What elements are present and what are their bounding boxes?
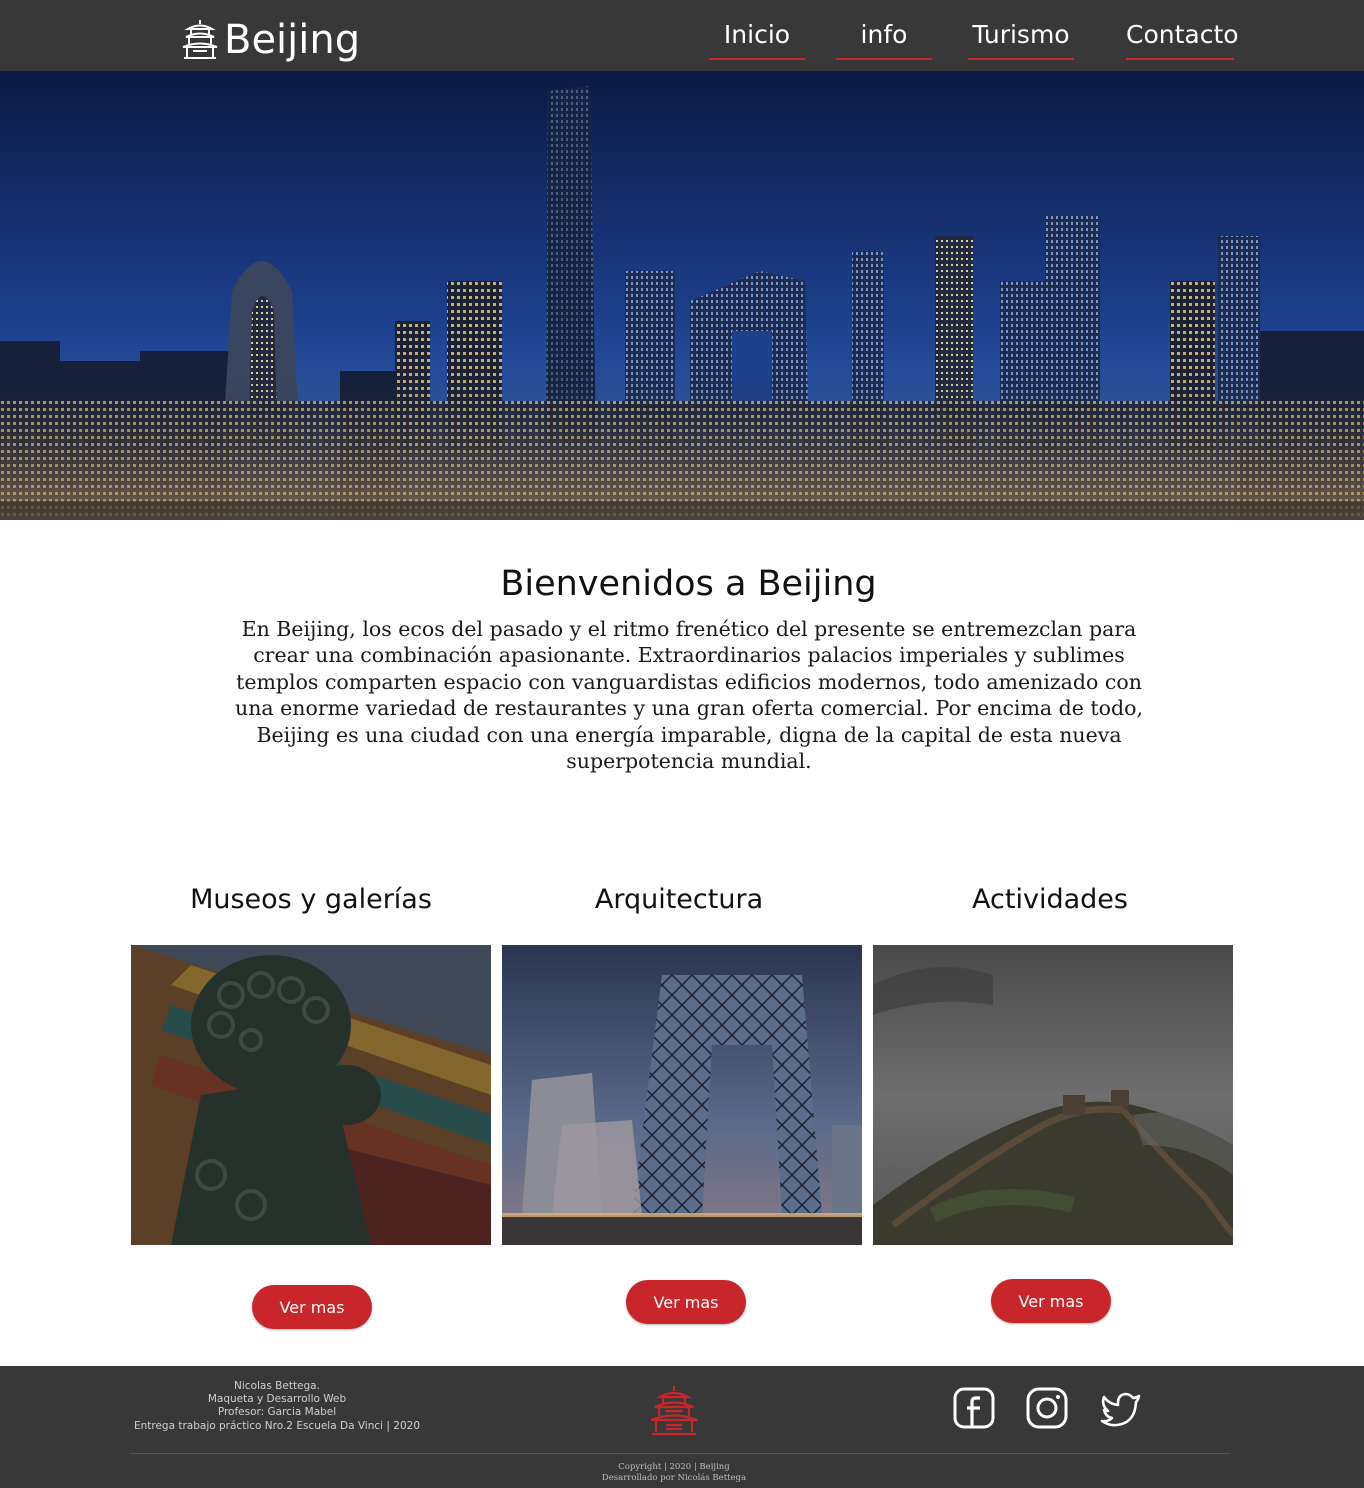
credit-subject: Maqueta y Desarrollo Web: [207, 1393, 347, 1406]
ver-mas-button-arquitectura[interactable]: Ver mas: [626, 1280, 746, 1324]
credit-author: Nicolas Bettega.: [234, 1380, 320, 1392]
nav-inicio-label: Inicio: [723, 20, 791, 49]
nav-underline: [836, 58, 932, 60]
copyright-text: Copyright | 2020 | Beijing: [618, 1462, 730, 1472]
card-image-museos[interactable]: [131, 945, 491, 1245]
card-title-arquitectura: Arquitectura: [594, 884, 764, 915]
ver-mas-button-actividades[interactable]: Ver mas: [991, 1279, 1111, 1323]
hero-skyline-image: [0, 71, 1364, 520]
pagoda-icon: [650, 1386, 698, 1436]
nav-contacto-label: Contacto: [1126, 20, 1239, 49]
nav-underline: [709, 58, 805, 60]
facebook-icon[interactable]: [952, 1386, 996, 1430]
card-title-museos: Museos y galerías: [190, 884, 432, 915]
ver-mas-button-museos[interactable]: Ver mas: [252, 1285, 372, 1329]
card-image-actividades[interactable]: [873, 945, 1233, 1245]
footer-divider: [130, 1453, 1230, 1454]
welcome-title: Bienvenidos a Beijing: [500, 564, 877, 604]
site-logo[interactable]: Beijing: [180, 14, 360, 66]
card-image-arquitectura[interactable]: [502, 945, 862, 1245]
credit-school: Entrega trabajo práctico Nro.2 Escuela D…: [133, 1419, 421, 1432]
nav-turismo[interactable]: Turismo: [968, 20, 1074, 60]
nav-turismo-label: Turismo: [972, 20, 1070, 49]
nav-info[interactable]: info: [836, 20, 932, 60]
footer-copyright: Copyright | 2020 | Beijing Desarrollado …: [0, 1462, 1348, 1484]
site-title: Beijing: [224, 17, 361, 63]
instagram-icon[interactable]: [1025, 1386, 1069, 1430]
nav-inicio[interactable]: Inicio: [709, 20, 805, 60]
footer-credits: Nicolas Bettega. Maqueta y Desarrollo We…: [122, 1380, 432, 1433]
header-bar: Beijing Inicio info Turismo Contacto: [0, 0, 1364, 71]
credit-professor: Profesor: Garcia Mabel: [217, 1406, 337, 1419]
pagoda-icon: [182, 20, 218, 59]
welcome-paragraph: En Beijing, los ecos del pasado y el rit…: [235, 617, 1143, 774]
nav-info-label: info: [860, 20, 908, 49]
twitter-icon[interactable]: [1099, 1386, 1143, 1430]
nav-underline: [1126, 58, 1234, 60]
developer-text: Desarrollado por Nicolás Bettega: [601, 1473, 747, 1483]
nav-underline: [968, 58, 1074, 60]
card-title-actividades: Actividades: [972, 884, 1128, 915]
nav-contacto[interactable]: Contacto: [1126, 22, 1239, 60]
